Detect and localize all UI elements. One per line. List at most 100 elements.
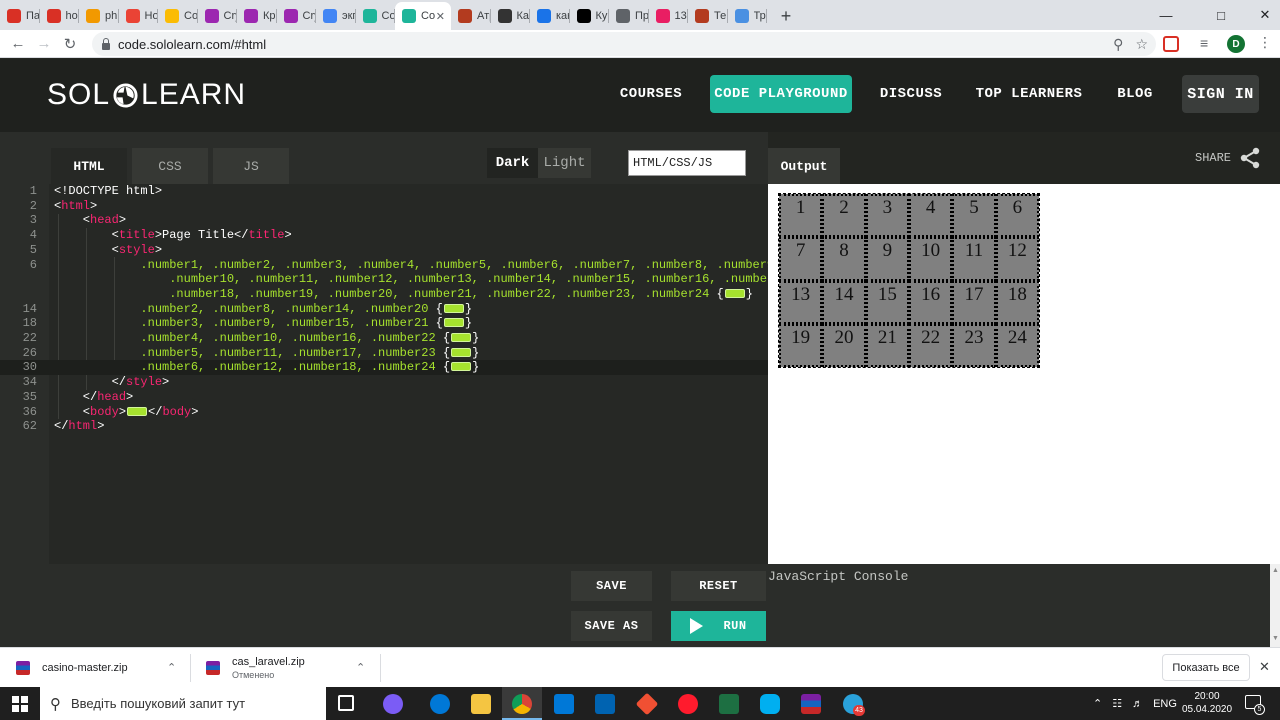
browser-tab[interactable]: Crypt <box>277 2 316 30</box>
git-icon[interactable] <box>635 692 659 716</box>
browser-tab[interactable]: Прав <box>609 2 649 30</box>
code-line[interactable]: 5 <style> <box>0 243 768 258</box>
chrome-icon[interactable] <box>512 694 532 714</box>
menu-kebab-icon[interactable]: ⋮ <box>1258 34 1272 51</box>
fold-marker[interactable] <box>451 347 472 357</box>
browser-tab[interactable]: экг н <box>316 2 356 30</box>
tab-output[interactable]: Output <box>768 148 840 185</box>
sign-in-button[interactable]: SIGN IN <box>1182 75 1259 113</box>
mail-icon[interactable] <box>595 694 615 714</box>
store-icon[interactable] <box>554 694 574 714</box>
nav-courses[interactable]: COURSES <box>612 75 690 113</box>
browser-tab[interactable]: host <box>40 2 79 30</box>
theme-light-toggle[interactable]: Light <box>538 148 591 178</box>
code-line[interactable]: 34 </style> <box>0 375 768 390</box>
code-line[interactable]: 6 .number1, .number2, .number3, .number4… <box>0 258 782 273</box>
reset-button[interactable]: RESET <box>670 570 767 602</box>
code-line[interactable]: .number18, .number19, .number20, .number… <box>0 287 768 302</box>
browser-tab[interactable]: Crypt <box>198 2 237 30</box>
url-field[interactable]: code.sololearn.com/#html ⚲ ☆ <box>92 32 1156 56</box>
excel-icon[interactable] <box>719 694 739 714</box>
chevron-up-icon[interactable]: ⌃ <box>356 661 365 674</box>
browser-tab[interactable]: Купи <box>570 2 609 30</box>
theme-dark-toggle[interactable]: Dark <box>487 148 538 178</box>
browser-tab[interactable]: Как с <box>491 2 530 30</box>
reload-icon[interactable]: ↻ <box>57 31 83 57</box>
save-as-button[interactable]: SAVE AS <box>570 610 653 642</box>
browser-tab[interactable]: Соци <box>158 2 198 30</box>
download-item-cas-laravel[interactable]: cas_laravel.zip Отменено <box>206 648 305 688</box>
code-line[interactable]: 22 .number4, .number10, .number16, .numb… <box>0 331 768 346</box>
browser-tab[interactable]: phpM <box>79 2 119 30</box>
reading-list-icon[interactable]: ≡ <box>1200 35 1208 51</box>
scroll-up-icon[interactable]: ▲ <box>1272 567 1279 574</box>
new-tab-button[interactable]: + <box>773 2 799 30</box>
sololearn-logo[interactable]: SOL LEARN <box>47 78 246 112</box>
volume-icon[interactable]: ♬ <box>1132 698 1143 710</box>
edge-icon[interactable] <box>430 694 450 714</box>
tab-js[interactable]: JS <box>213 148 289 185</box>
code-line[interactable]: 36 <body> </body> <box>0 405 768 420</box>
code-line[interactable]: 18 .number3, .number9, .number15, .numbe… <box>0 316 768 331</box>
fold-marker[interactable] <box>127 406 148 416</box>
browser-tab[interactable]: Трен <box>728 2 767 30</box>
download-item-casino[interactable]: casino-master.zip <box>16 648 128 688</box>
nav-code-playground[interactable]: CODE PLAYGROUND <box>710 75 852 113</box>
code-line[interactable]: 14 .number2, .number8, .number14, .numbe… <box>0 302 768 317</box>
close-window-button[interactable]: ✕ <box>1242 0 1280 30</box>
network-icon[interactable]: ☷ <box>1112 697 1122 710</box>
file-explorer-icon[interactable] <box>471 694 491 714</box>
browser-tab[interactable]: Пане <box>0 2 40 30</box>
code-line[interactable]: 3 <head> <box>0 213 768 228</box>
fold-marker[interactable] <box>443 303 464 313</box>
zoom-icon[interactable]: ⚲ <box>1113 36 1123 53</box>
nav-discuss[interactable]: DISCUSS <box>874 75 948 113</box>
language-indicator[interactable]: ENG <box>1153 698 1177 710</box>
show-all-downloads-button[interactable]: Показать все <box>1162 654 1250 681</box>
browser-tab[interactable]: 133 к <box>649 2 688 30</box>
nav-blog[interactable]: BLOG <box>1110 75 1160 113</box>
code-line[interactable]: 1 <!DOCTYPE html> <box>0 184 768 199</box>
close-tab-icon[interactable]: ✕ <box>436 10 445 23</box>
console-scrollbar[interactable]: ▲ ▼ <box>1270 564 1280 647</box>
winrar-icon[interactable] <box>801 694 821 714</box>
scroll-down-icon[interactable]: ▼ <box>1272 635 1279 642</box>
fold-marker[interactable] <box>451 362 472 372</box>
profile-avatar[interactable]: D <box>1227 35 1245 53</box>
opera-icon[interactable] <box>678 694 698 714</box>
code-line[interactable]: 4 <title>Page Title</title> <box>0 228 768 243</box>
code-line[interactable]: .number10, .number11, .number12, .number… <box>0 272 796 287</box>
run-button[interactable]: RUN <box>670 610 767 642</box>
task-view-icon[interactable] <box>338 695 354 711</box>
windows-start-icon[interactable] <box>12 696 28 712</box>
browser-tab[interactable]: Со ✕ <box>395 2 451 30</box>
close-download-bar-icon[interactable]: ✕ <box>1259 659 1270 675</box>
taskbar-clock[interactable]: 20:00 05.04.2020 <box>1180 690 1234 716</box>
bookmark-star-icon[interactable]: ☆ <box>1135 36 1148 53</box>
tab-css[interactable]: CSS <box>132 148 208 185</box>
browser-tab[interactable]: Host <box>119 2 158 30</box>
browser-tab[interactable]: Тег < <box>688 2 728 30</box>
skype-icon[interactable] <box>760 694 780 714</box>
extension-icon[interactable] <box>1163 36 1179 52</box>
browser-tab[interactable]: как б <box>530 2 570 30</box>
code-line[interactable]: 2 <html> <box>0 199 768 214</box>
chevron-up-icon[interactable]: ⌃ <box>167 661 176 674</box>
fold-marker[interactable] <box>724 288 745 298</box>
maximize-button[interactable]: □ <box>1198 0 1244 30</box>
tab-html[interactable]: HTML <box>51 148 127 185</box>
fold-marker[interactable] <box>443 318 464 328</box>
cortana-icon[interactable] <box>383 694 403 714</box>
code-line[interactable]: 30 .number6, .number12, .number18, .numb… <box>0 360 768 376</box>
code-line[interactable]: 26 .number5, .number11, .number17, .numb… <box>0 346 768 361</box>
chevron-up-icon[interactable]: ⌃ <box>1093 697 1102 710</box>
fold-marker[interactable] <box>451 333 472 342</box>
back-icon[interactable]: ← <box>5 31 31 57</box>
code-line[interactable]: 35 </head> <box>0 390 768 405</box>
nav-top-learners[interactable]: TOP LEARNERS <box>972 75 1086 113</box>
taskbar-search[interactable]: ⚲ Введіть пошуковий запит тут <box>40 687 326 720</box>
browser-tab[interactable]: Code <box>356 2 395 30</box>
browser-tab[interactable]: Атри <box>451 2 491 30</box>
browser-tab[interactable]: Крип <box>237 2 277 30</box>
forward-icon[interactable]: → <box>31 31 57 57</box>
